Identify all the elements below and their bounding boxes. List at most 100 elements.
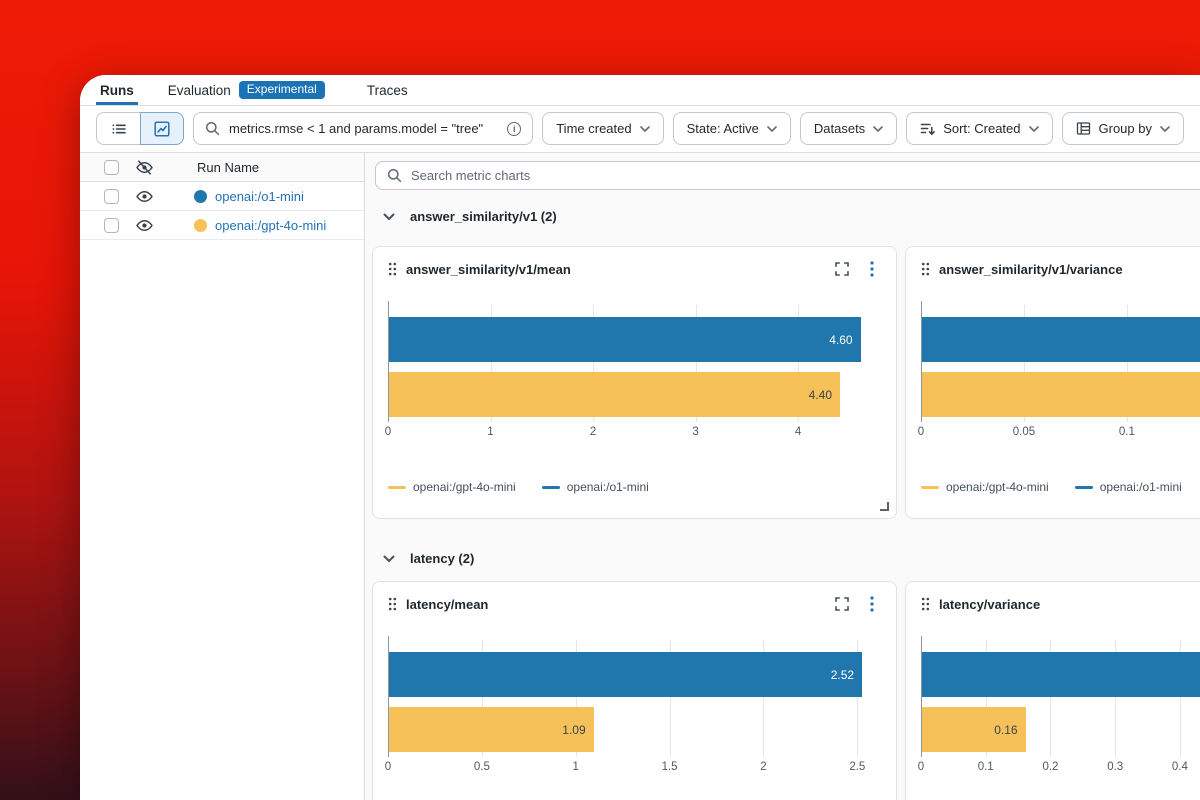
group-by-icon	[1076, 121, 1091, 136]
runs-search-query: metrics.rmse < 1 and params.model = "tre…	[229, 121, 498, 136]
run-checkbox[interactable]	[104, 218, 119, 233]
bar-chart: 012344.604.40	[388, 305, 878, 422]
run-name-column-header: Run Name	[197, 160, 259, 175]
hide-all-runs-button[interactable]	[136, 159, 153, 176]
x-tick-label: 2	[590, 426, 596, 438]
group-by-label: Group by	[1099, 121, 1152, 136]
x-tick-label: 2	[760, 761, 766, 773]
content-area: Run Name openai:/o1-mini	[80, 152, 1200, 800]
legend-label: openai:/gpt-4o-mini	[946, 480, 1049, 494]
tab-traces[interactable]: Traces	[363, 75, 412, 105]
metric-chart-card: answer_similarity/v1/mean 012344.604.40 …	[372, 246, 897, 519]
run-name-link[interactable]: openai:/gpt-4o-mini	[215, 218, 326, 233]
x-tick-label: 0	[385, 761, 391, 773]
x-tick-label: 0.1	[978, 761, 994, 773]
sort-button[interactable]: Sort: Created	[906, 112, 1052, 145]
view-toggle-group	[96, 112, 184, 145]
tab-evaluation-label: Evaluation	[168, 83, 231, 98]
card-header: answer_similarity/v1/variance	[906, 247, 1200, 277]
kebab-menu-icon[interactable]	[870, 596, 874, 612]
bar-value-label: 0.16	[994, 723, 1017, 737]
x-tick-label: 0.3	[1107, 761, 1123, 773]
data-bar: 2.52	[389, 652, 862, 697]
tab-evaluation[interactable]: Evaluation Experimental	[164, 75, 329, 105]
list-view-button[interactable]	[96, 112, 140, 145]
drag-handle-icon[interactable]	[921, 262, 930, 276]
bar-value-label: 4.40	[809, 388, 832, 402]
run-name-link[interactable]: openai:/o1-mini	[215, 189, 304, 204]
chart-title: latency/mean	[406, 597, 826, 612]
data-bar	[922, 652, 1200, 697]
run-visibility-toggle[interactable]	[136, 188, 153, 205]
run-row[interactable]: openai:/gpt-4o-mini	[80, 211, 364, 240]
x-tick-label: 1.5	[662, 761, 678, 773]
chevron-down-icon	[1029, 126, 1039, 132]
bar-value-label: 1.09	[562, 723, 585, 737]
info-icon[interactable]: i	[507, 122, 521, 136]
eye-off-icon	[136, 159, 153, 176]
metric-charts-panel: Search metric charts answer_similarity/v…	[365, 153, 1200, 800]
sort-icon	[920, 121, 935, 136]
run-color-dot	[194, 219, 207, 232]
chevron-down-icon	[383, 555, 395, 563]
datasets-filter-button[interactable]: Datasets	[800, 112, 897, 145]
legend-swatch	[921, 486, 939, 489]
chevron-down-icon	[767, 126, 777, 132]
x-tick-label: 0	[918, 426, 924, 438]
run-checkbox[interactable]	[104, 189, 119, 204]
legend-swatch	[542, 486, 560, 489]
runs-search-input[interactable]: metrics.rmse < 1 and params.model = "tre…	[193, 112, 533, 145]
bar-chart: 00.511.522.52.521.09	[388, 640, 878, 757]
run-row[interactable]: openai:/o1-mini	[80, 182, 364, 211]
cards-row: answer_similarity/v1/mean 012344.604.40 …	[372, 246, 1200, 519]
kebab-menu-icon[interactable]	[870, 261, 874, 277]
chart-title: answer_similarity/v1/variance	[939, 262, 1200, 277]
eye-icon	[136, 188, 153, 205]
resize-handle-icon[interactable]	[880, 502, 889, 511]
legend-label: openai:/gpt-4o-mini	[413, 480, 516, 494]
x-tick-label: 1	[573, 761, 579, 773]
chart-legend: openai:/gpt-4o-mini openai:/o1-mini	[388, 480, 649, 494]
legend-item[interactable]: openai:/o1-mini	[542, 480, 649, 494]
datasets-label: Datasets	[814, 121, 865, 136]
x-tick-label: 0	[385, 426, 391, 438]
tab-runs-label: Runs	[100, 83, 134, 98]
runs-sidebar: Run Name openai:/o1-mini	[80, 153, 365, 800]
drag-handle-icon[interactable]	[388, 262, 397, 276]
legend-label: openai:/o1-mini	[567, 480, 649, 494]
state-filter-label: State: Active	[687, 121, 759, 136]
line-chart-icon	[154, 121, 170, 137]
legend-item[interactable]: openai:/gpt-4o-mini	[388, 480, 516, 494]
section-header-answer-similarity[interactable]: answer_similarity/v1 (2)	[383, 209, 557, 224]
search-icon	[205, 121, 220, 136]
x-tick-label: 0.4	[1172, 761, 1188, 773]
time-created-filter-button[interactable]: Time created	[542, 112, 663, 145]
data-bar	[922, 317, 1200, 362]
tab-bar: Runs Evaluation Experimental Traces	[80, 75, 1200, 106]
drag-handle-icon[interactable]	[921, 597, 930, 611]
data-bar: 1.09	[389, 707, 594, 752]
bar-value-label: 2.52	[831, 668, 854, 682]
expand-icon[interactable]	[835, 597, 849, 611]
legend-item[interactable]: openai:/o1-mini	[1075, 480, 1182, 494]
legend-item[interactable]: openai:/gpt-4o-mini	[921, 480, 1049, 494]
chart-view-button[interactable]	[140, 112, 184, 145]
experimental-badge: Experimental	[239, 81, 325, 99]
runs-table-header: Run Name	[80, 153, 364, 182]
chevron-down-icon	[873, 126, 883, 132]
state-filter-button[interactable]: State: Active	[673, 112, 791, 145]
metric-chart-card: latency/variance 00.10.20.30.40.50.60.70…	[905, 581, 1200, 800]
metric-chart-card: answer_similarity/v1/variance 00.050.10.…	[905, 246, 1200, 519]
drag-handle-icon[interactable]	[388, 597, 397, 611]
run-visibility-toggle[interactable]	[136, 217, 153, 234]
data-bar: 4.40	[389, 372, 840, 417]
group-by-button[interactable]: Group by	[1062, 112, 1184, 145]
metric-charts-search-input[interactable]: Search metric charts	[375, 161, 1200, 190]
list-icon	[111, 121, 127, 137]
bar-chart: 00.10.20.30.40.50.60.70.16	[921, 640, 1200, 757]
tab-runs[interactable]: Runs	[96, 75, 138, 105]
expand-icon[interactable]	[835, 262, 849, 276]
section-header-latency[interactable]: latency (2)	[383, 551, 474, 566]
select-all-checkbox[interactable]	[104, 160, 119, 175]
chevron-down-icon	[383, 213, 395, 221]
